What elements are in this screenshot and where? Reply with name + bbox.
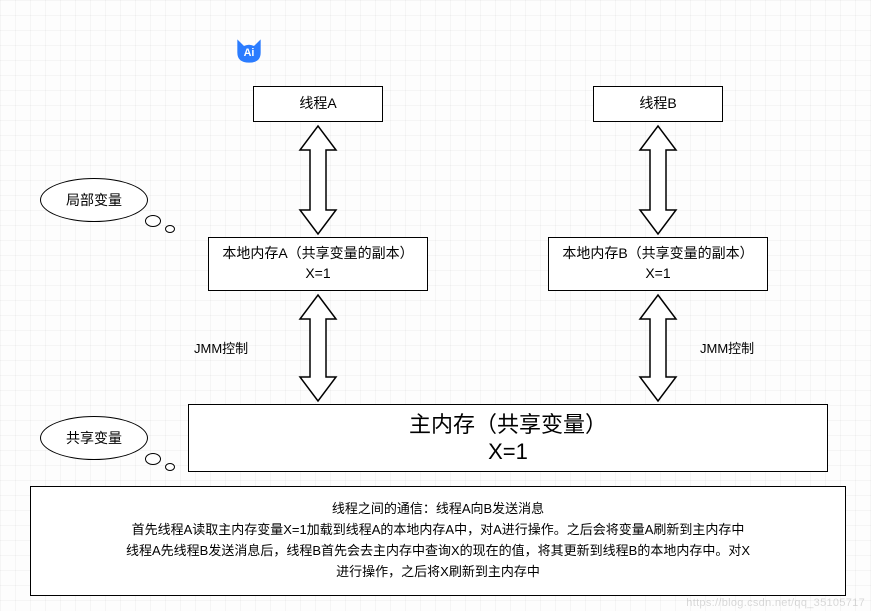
arrow-localmem-a-mainmem: [290, 293, 346, 403]
thread-b-label: 线程B: [639, 94, 676, 114]
main-memory-line2: X=1: [488, 438, 528, 466]
description-line3: 线程A先线程B发送消息后，线程B首先会去主内存中查询X的现在的值，将其更新到线程…: [126, 541, 750, 562]
arrow-thread-b-localmem: [630, 124, 686, 236]
description-line4: 进行操作，之后将X刷新到主内存中: [336, 562, 540, 583]
thread-a-label: 线程A: [299, 94, 336, 114]
description-line2: 首先线程A读取主内存变量X=1加载到线程A的本地内存A中，对A进行操作。之后会将…: [132, 520, 745, 541]
description-line1: 线程之间的通信：线程A向B发送消息: [332, 499, 544, 520]
watermark-text: https://blog.csdn.net/qq_35105717: [686, 597, 865, 609]
local-variable-bubble: 局部变量: [40, 178, 148, 222]
cat-logo-icon: Ai: [232, 36, 266, 66]
jmm-control-label-right: JMM控制: [700, 338, 754, 357]
description-box: 线程之间的通信：线程A向B发送消息 首先线程A读取主内存变量X=1加载到线程A的…: [30, 486, 846, 596]
shared-variable-bubble: 共享变量: [40, 416, 148, 460]
local-memory-a-line2: X=1: [305, 264, 330, 284]
svg-text:Ai: Ai: [244, 47, 255, 59]
arrow-thread-a-localmem: [290, 124, 346, 236]
local-variable-label: 局部变量: [66, 190, 122, 210]
main-memory-box: 主内存（共享变量） X=1: [188, 404, 828, 472]
jmm-control-label-left: JMM控制: [194, 338, 248, 357]
thread-b-box: 线程B: [593, 86, 723, 122]
thread-a-box: 线程A: [253, 86, 383, 122]
local-memory-a-box: 本地内存A（共享变量的副本） X=1: [208, 237, 428, 291]
local-memory-b-line1: 本地内存B（共享变量的副本）: [562, 244, 753, 264]
shared-variable-label: 共享变量: [66, 428, 122, 448]
arrow-localmem-b-mainmem: [630, 293, 686, 403]
local-memory-a-line1: 本地内存A（共享变量的副本）: [222, 244, 413, 264]
main-memory-line1: 主内存（共享变量）: [409, 411, 607, 439]
local-memory-b-box: 本地内存B（共享变量的副本） X=1: [548, 237, 768, 291]
local-memory-b-line2: X=1: [645, 264, 670, 284]
